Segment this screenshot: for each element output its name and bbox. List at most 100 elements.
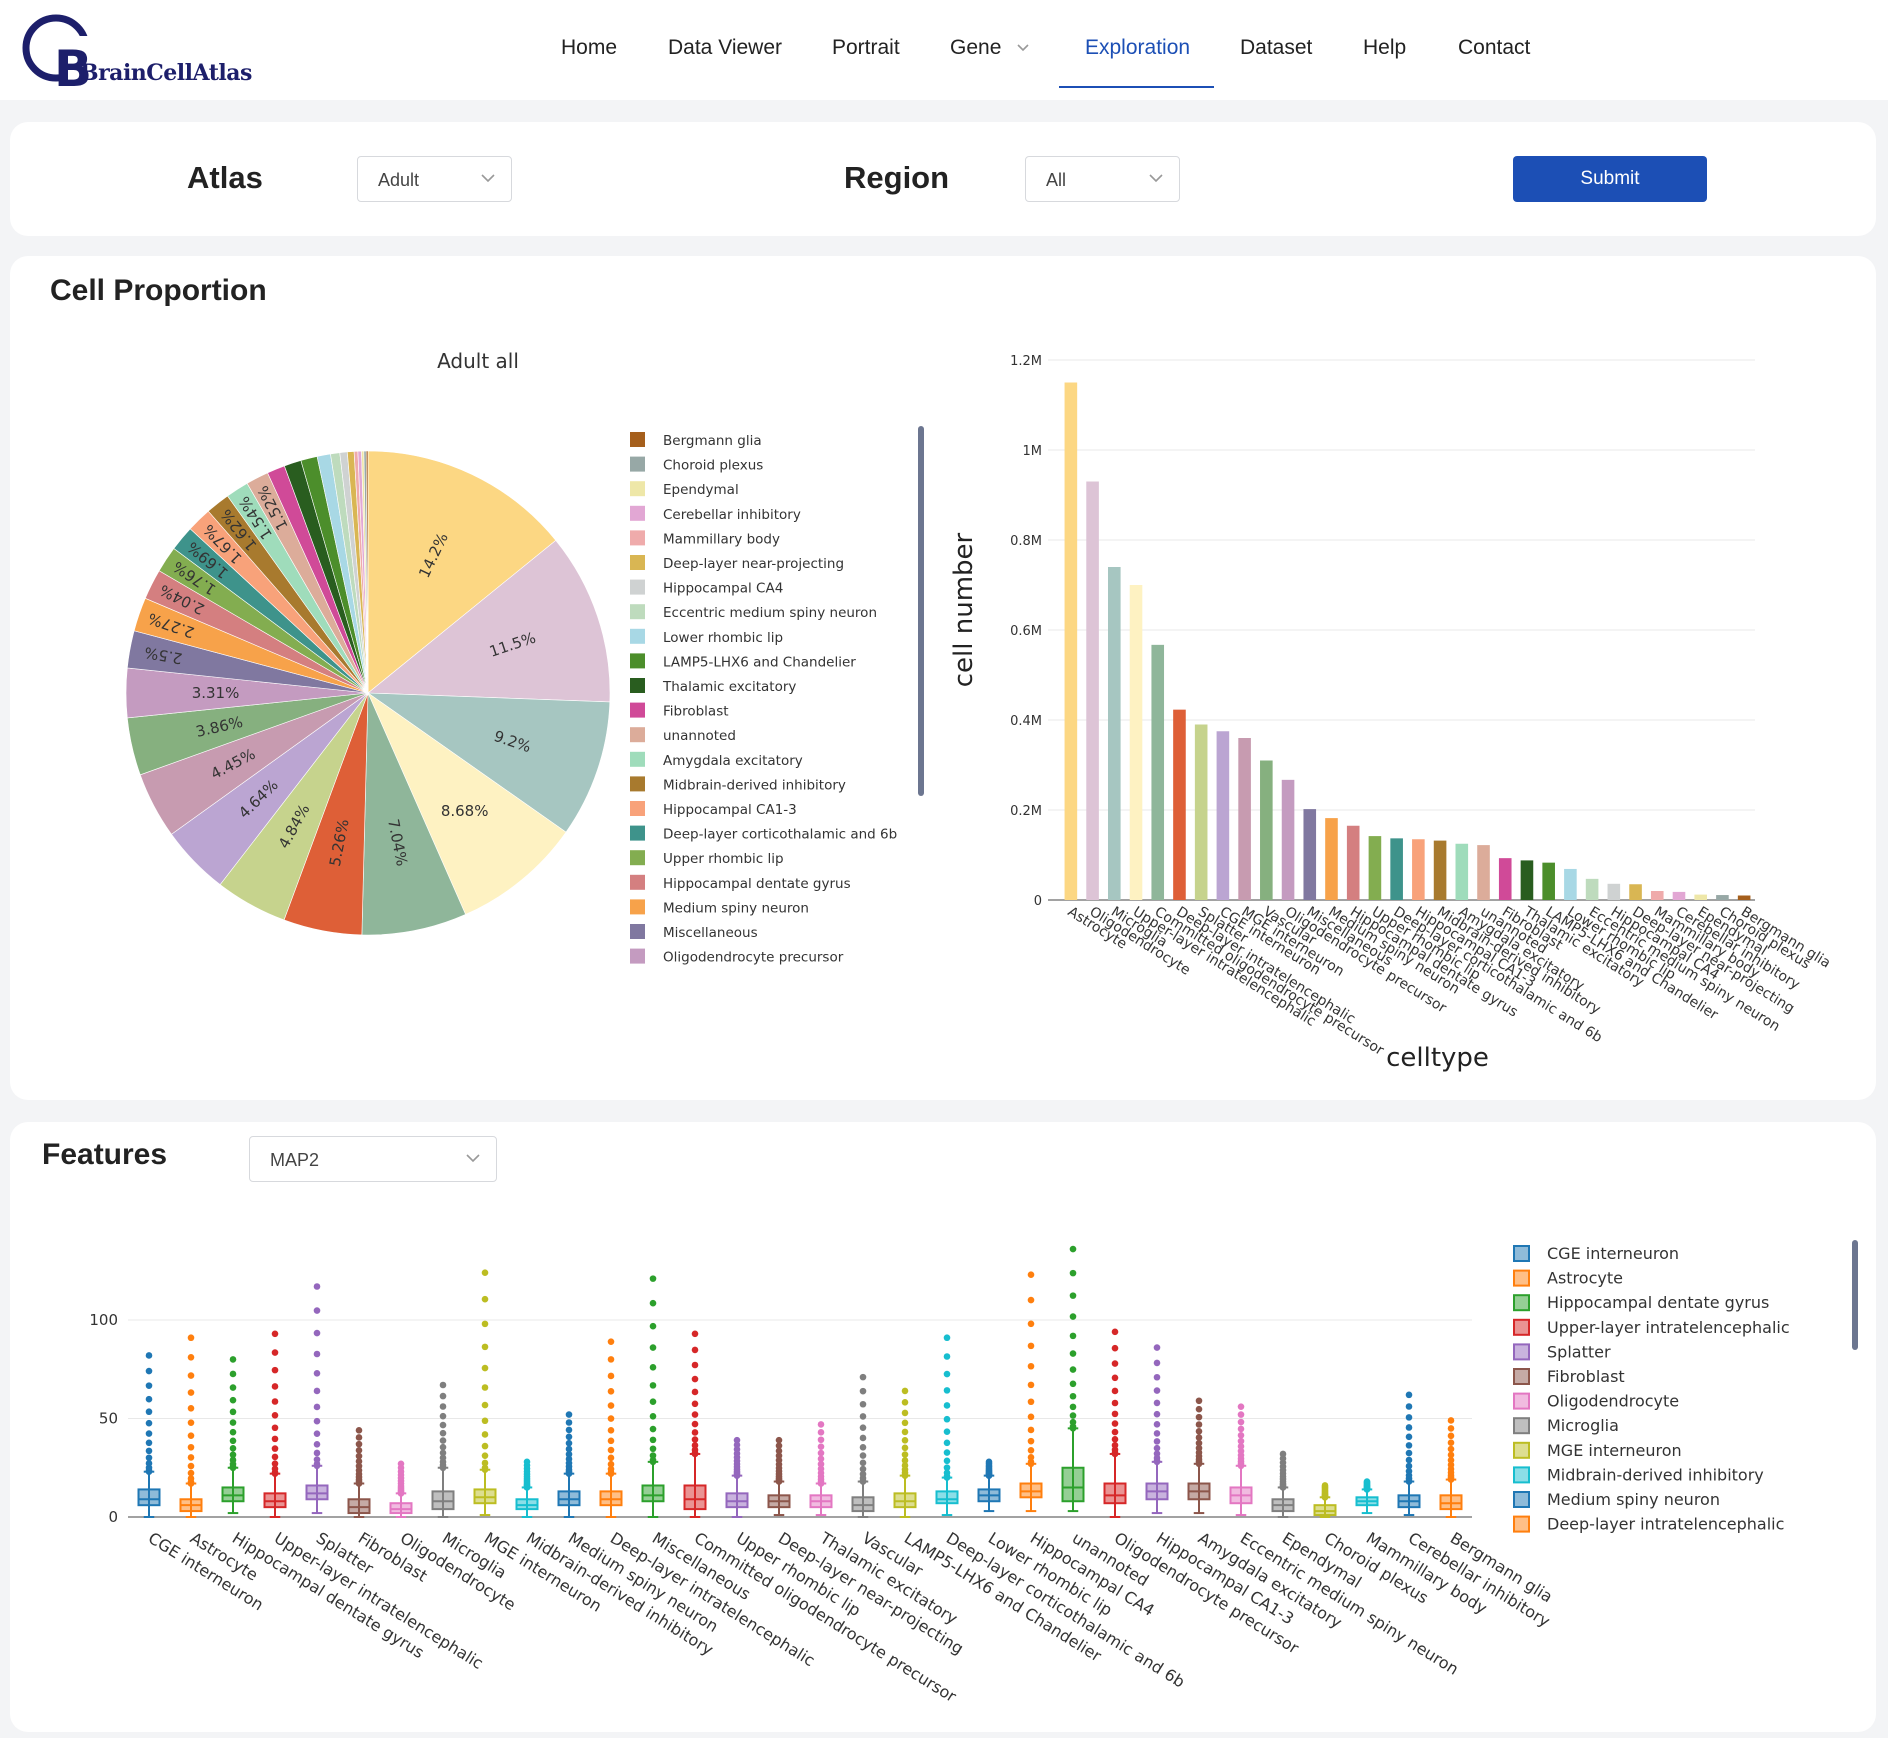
box-outlier: [1027, 1320, 1035, 1328]
box-outlier: [1405, 1424, 1413, 1431]
atlas-select[interactable]: Adult: [357, 156, 512, 202]
box-outlier: [355, 1440, 363, 1448]
box-legend-swatch: [1513, 1392, 1530, 1410]
box-outlier: [649, 1299, 657, 1307]
box-outlier: [607, 1388, 615, 1395]
bar: [1455, 843, 1469, 900]
box-outlier: [607, 1415, 615, 1422]
box-outlier: [355, 1434, 363, 1441]
submit-button[interactable]: Submit: [1513, 156, 1707, 202]
box-outlier: [271, 1445, 279, 1452]
nav-item-portrait[interactable]: Portrait: [832, 36, 900, 60]
box-iqr: [683, 1484, 707, 1511]
box-outlier: [1405, 1414, 1413, 1421]
box-outlier: [1111, 1387, 1119, 1395]
box-outlier: [649, 1382, 657, 1389]
box-outlier: [901, 1451, 909, 1458]
legend-swatch: [630, 628, 645, 644]
bar-y-axis-title: cell number: [949, 532, 979, 687]
box-outlier: [1237, 1431, 1245, 1439]
legend-swatch: [630, 555, 645, 570]
bar: [1629, 884, 1642, 900]
box-outlier: [313, 1403, 321, 1411]
nav-item-dataset[interactable]: Dataset: [1240, 36, 1312, 60]
region-select[interactable]: All: [1025, 156, 1180, 202]
bar: [1672, 891, 1686, 900]
bar: [1650, 891, 1664, 900]
box-outlier: [1405, 1391, 1413, 1399]
box-outlier: [1027, 1271, 1035, 1278]
box-outlier: [145, 1447, 153, 1455]
box-outlier: [1405, 1442, 1413, 1449]
legend-swatch: [630, 702, 645, 718]
box-outlier: [481, 1401, 489, 1409]
box-outlier: [1195, 1397, 1203, 1405]
nav-item-home[interactable]: Home: [561, 36, 617, 60]
legend-swatch: [630, 604, 645, 620]
box-outlier: [1069, 1392, 1077, 1400]
box-outlier: [1405, 1449, 1413, 1457]
box-iqr: [1103, 1482, 1127, 1505]
box-outlier: [1153, 1373, 1161, 1381]
box-outlier: [691, 1388, 699, 1396]
pie-slice-label: 8.68%: [441, 802, 489, 820]
box-outlier: [1195, 1413, 1203, 1421]
box-legend-swatch: [1513, 1318, 1530, 1336]
box-y-tick: 0: [108, 1508, 118, 1526]
box-outlier: [859, 1459, 867, 1467]
box-outlier: [817, 1429, 825, 1436]
box-outlier: [859, 1387, 867, 1395]
box-outlier: [187, 1462, 195, 1470]
legend-swatch: [630, 924, 645, 939]
box-outlier: [649, 1364, 657, 1371]
box-outlier: [1195, 1439, 1203, 1447]
box-outlier: [1195, 1405, 1203, 1413]
nav-item-gene[interactable]: Gene: [950, 36, 1031, 60]
nav-item-help[interactable]: Help: [1363, 36, 1406, 60]
box-outlier: [1027, 1381, 1035, 1389]
nav-item-exploration[interactable]: Exploration: [1085, 36, 1190, 60]
bar: [1368, 836, 1382, 900]
box-outlier: [271, 1366, 279, 1374]
box-outlier: [187, 1372, 195, 1379]
box-legend-scrollbar[interactable]: [1852, 1240, 1858, 1350]
box-outlier: [355, 1447, 363, 1454]
nav-item-contact[interactable]: Contact: [1458, 36, 1530, 60]
box-outlier: [649, 1398, 657, 1406]
box-outlier: [565, 1419, 573, 1426]
box-outlier: [943, 1334, 951, 1342]
legend-swatch: [630, 530, 645, 546]
box-outlier: [481, 1295, 489, 1303]
box-outlier: [439, 1412, 447, 1420]
box-outlier: [901, 1409, 909, 1417]
box-outlier: [145, 1454, 153, 1462]
box-outlier: [1069, 1412, 1077, 1419]
box-legend-label: Hippocampal dentate gyrus: [1547, 1293, 1769, 1312]
box-outlier: [1237, 1437, 1245, 1445]
box-outlier: [859, 1424, 867, 1431]
box-outlier: [649, 1425, 657, 1433]
box-outlier: [145, 1430, 153, 1437]
box-outlier: [1027, 1398, 1035, 1406]
box-outlier: [859, 1413, 867, 1420]
bar-y-tick: 1M: [1023, 444, 1043, 459]
braincellatlas-logo[interactable]: B BrainCellAtlas: [20, 12, 252, 98]
box-outlier: [649, 1275, 657, 1282]
nav-item-data-viewer[interactable]: Data Viewer: [668, 36, 782, 60]
chevron-down-icon: [481, 174, 495, 183]
legend-scrollbar[interactable]: [918, 426, 924, 796]
box-outlier: [271, 1383, 279, 1390]
box-outlier: [439, 1421, 447, 1429]
chevron-down-icon: [1149, 174, 1163, 183]
box-outlier: [565, 1411, 573, 1418]
box-outlier: [943, 1457, 951, 1465]
logo-text: BrainCellAtlas: [80, 60, 252, 86]
box-outlier: [1447, 1425, 1455, 1432]
box-legend-swatch: [1513, 1466, 1530, 1484]
pie-slice-label: 3.31%: [192, 684, 240, 702]
box-outlier: [607, 1460, 615, 1468]
legend-swatch: [630, 948, 645, 964]
box-outlier: [859, 1465, 867, 1473]
box-outlier: [313, 1307, 321, 1314]
bar: [1260, 760, 1273, 900]
